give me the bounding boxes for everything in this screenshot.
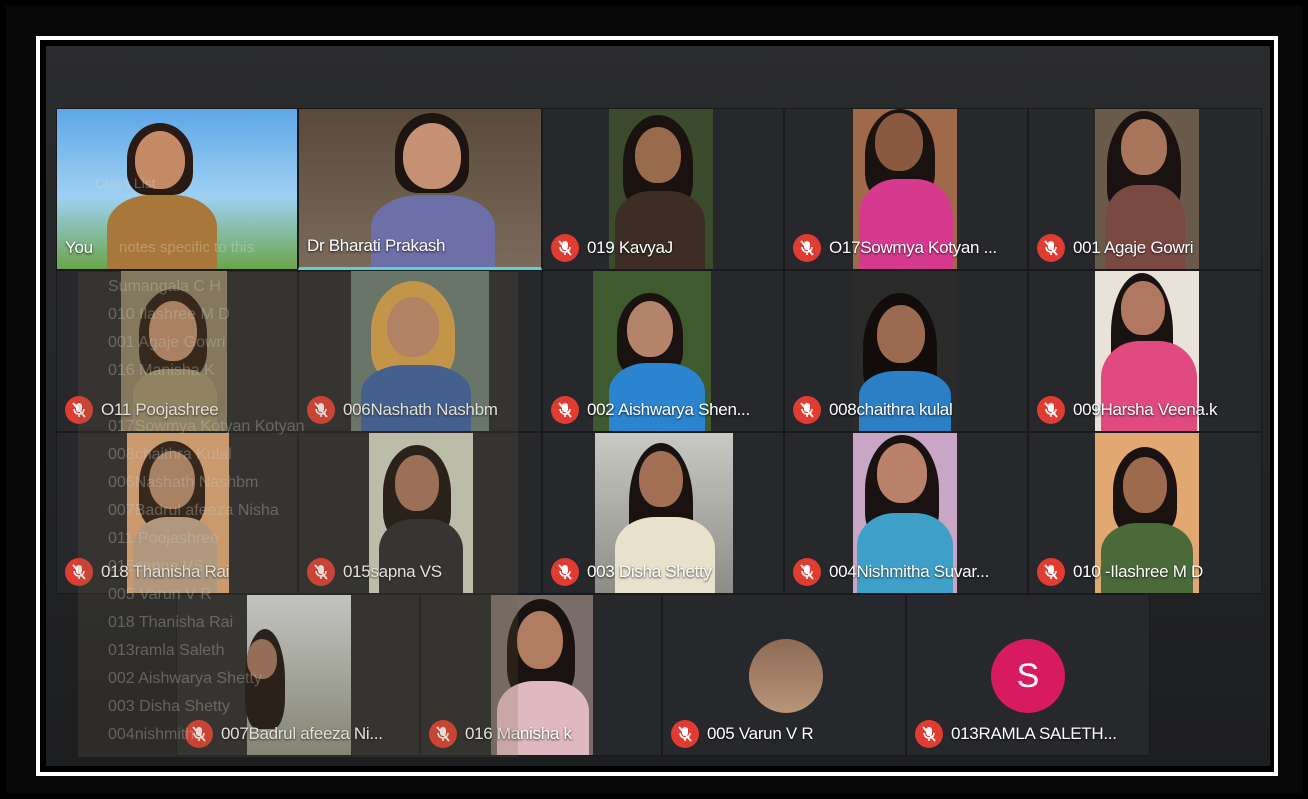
tile-participant[interactable]: O17Sowmya Kotyan ... (784, 108, 1028, 270)
tile-participant[interactable]: 018 Thanisha Rai (56, 432, 298, 594)
name-bar: 019 KavyaJ (551, 233, 673, 263)
mic-off-icon (307, 558, 335, 586)
name-bar: 018 Thanisha Rai (65, 557, 229, 587)
tile-participant[interactable]: 015sapna VS (298, 432, 542, 594)
name-bar: 016 Manisha k (429, 719, 572, 749)
mic-off-icon (1037, 234, 1065, 262)
participant-name: 002 Aishwarya Shen... (587, 400, 750, 419)
participant-name: 009Harsha Veena.k (1073, 400, 1218, 419)
tile-participant[interactable]: 009Harsha Veena.k (1028, 270, 1262, 432)
mic-off-icon (65, 396, 93, 424)
participant-name: 006Nashath Nashbm (343, 400, 498, 419)
participant-name: 013RAMLA SALETH... (951, 724, 1117, 743)
tile-participant[interactable]: 005 Varun V R (662, 594, 906, 756)
avatar: S (991, 639, 1065, 713)
name-bar: 004Nishmitha Suvar... (793, 557, 989, 587)
name-bar: 006Nashath Nashbm (307, 395, 498, 425)
meeting-grid: Class List notes specific to this You Dr… (46, 46, 1270, 766)
tile-participant[interactable]: 003 Disha Shetty (542, 432, 784, 594)
name-bar: 015sapna VS (307, 557, 442, 587)
tile-participant[interactable]: 002 Aishwarya Shen... (542, 270, 784, 432)
tile-participant[interactable]: O11 Poojashree (56, 270, 298, 432)
tile-participant[interactable]: 016 Manisha k (420, 594, 662, 756)
name-bar: 002 Aishwarya Shen... (551, 395, 750, 425)
tile-you[interactable]: Class List notes specific to this You (56, 108, 298, 270)
participant-name: O17Sowmya Kotyan ... (829, 238, 997, 257)
tile-participant[interactable]: 007Badrul afeeza Ni... (176, 594, 420, 756)
name-bar: 008chaithra kulal (793, 395, 953, 425)
tile-participant[interactable]: 006Nashath Nashbm (298, 270, 542, 432)
name-bar: 009Harsha Veena.k (1037, 395, 1218, 425)
participant-name: 007Badrul afeeza Ni... (221, 724, 383, 743)
mic-off-icon (65, 558, 93, 586)
participant-name: 001 Agaje Gowri (1073, 238, 1194, 257)
mic-off-icon (793, 558, 821, 586)
participant-name: 008chaithra kulal (829, 400, 953, 419)
overlay-class-list: Class List (95, 175, 156, 191)
tile-participant[interactable]: S 013RAMLA SALETH... (906, 594, 1150, 756)
tile-participant[interactable]: 001 Agaje Gowri (1028, 108, 1262, 270)
mic-off-icon (429, 720, 457, 748)
mic-off-icon (185, 720, 213, 748)
participant-name: O11 Poojashree (101, 400, 219, 419)
name-bar: O11 Poojashree (65, 395, 219, 425)
mic-off-icon (1037, 396, 1065, 424)
name-bar: 003 Disha Shetty (551, 557, 712, 587)
participant-name: 018 Thanisha Rai (101, 562, 230, 581)
mic-off-icon (551, 558, 579, 586)
name-bar: You (65, 233, 93, 263)
name-bar: Dr Bharati Prakash (307, 231, 446, 261)
tile-participant[interactable]: 004Nishmitha Suvar... (784, 432, 1028, 594)
name-bar: 010 -Ilashree M D (1037, 557, 1203, 587)
avatar (749, 639, 823, 713)
name-bar: 007Badrul afeeza Ni... (185, 719, 383, 749)
mic-off-icon (793, 234, 821, 262)
participant-name: 003 Disha Shetty (587, 562, 712, 581)
mic-off-icon (551, 396, 579, 424)
participant-name: 004Nishmitha Suvar... (829, 562, 990, 581)
mic-off-icon (551, 234, 579, 262)
mic-off-icon (793, 396, 821, 424)
mic-off-icon (915, 720, 943, 748)
mic-off-icon (671, 720, 699, 748)
name-bar: O17Sowmya Kotyan ... (793, 233, 997, 263)
tile-participant[interactable]: 010 -Ilashree M D (1028, 432, 1262, 594)
participant-name: 015sapna VS (343, 562, 442, 581)
name-bar: 005 Varun V R (671, 719, 814, 749)
tile-host[interactable]: Dr Bharati Prakash (298, 108, 542, 270)
participant-name: 010 -Ilashree M D (1073, 562, 1204, 581)
participant-name: 019 KavyaJ (587, 238, 673, 257)
participant-name: You (65, 238, 93, 257)
tile-participant[interactable]: 008chaithra kulal (784, 270, 1028, 432)
mic-off-icon (1037, 558, 1065, 586)
participant-name: Dr Bharati Prakash (307, 236, 446, 255)
mic-off-icon (307, 396, 335, 424)
participant-name: 016 Manisha k (465, 724, 572, 743)
name-bar: 001 Agaje Gowri (1037, 233, 1194, 263)
name-bar: 013RAMLA SALETH... (915, 719, 1117, 749)
overlay-notes-hint: notes specific to this (119, 239, 255, 256)
participant-name: 005 Varun V R (707, 724, 814, 743)
tile-participant[interactable]: 019 KavyaJ (542, 108, 784, 270)
